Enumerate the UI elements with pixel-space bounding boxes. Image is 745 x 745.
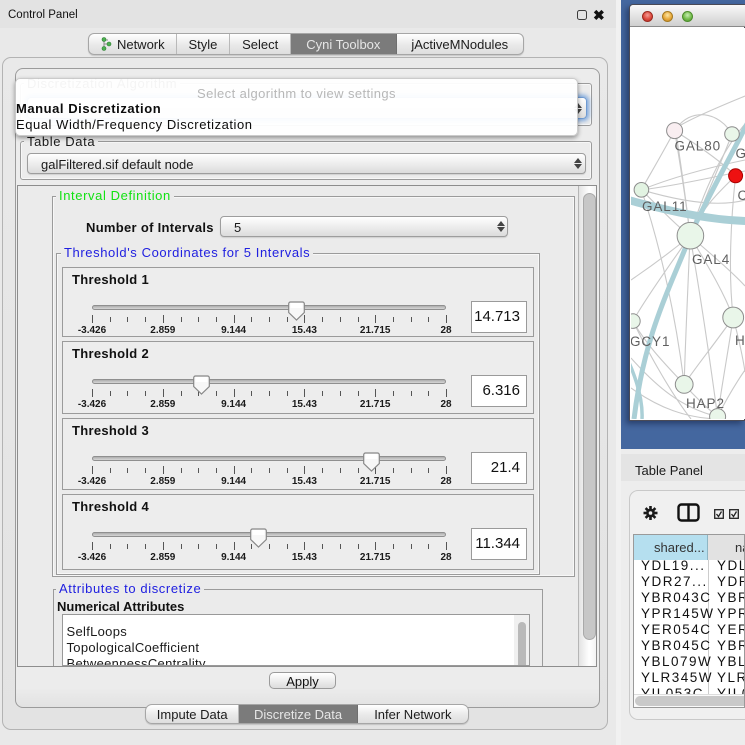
svg-text:GAL11: GAL11	[642, 199, 688, 214]
svg-text:H: H	[735, 333, 745, 348]
svg-text:HAP2: HAP2	[686, 396, 725, 411]
svg-text:G.: G.	[736, 146, 745, 161]
svg-text:GAL4: GAL4	[692, 252, 730, 267]
svg-text:GCY1: GCY1	[631, 334, 670, 349]
svg-text:C: C	[738, 188, 745, 203]
svg-text:GAL80: GAL80	[675, 139, 722, 154]
